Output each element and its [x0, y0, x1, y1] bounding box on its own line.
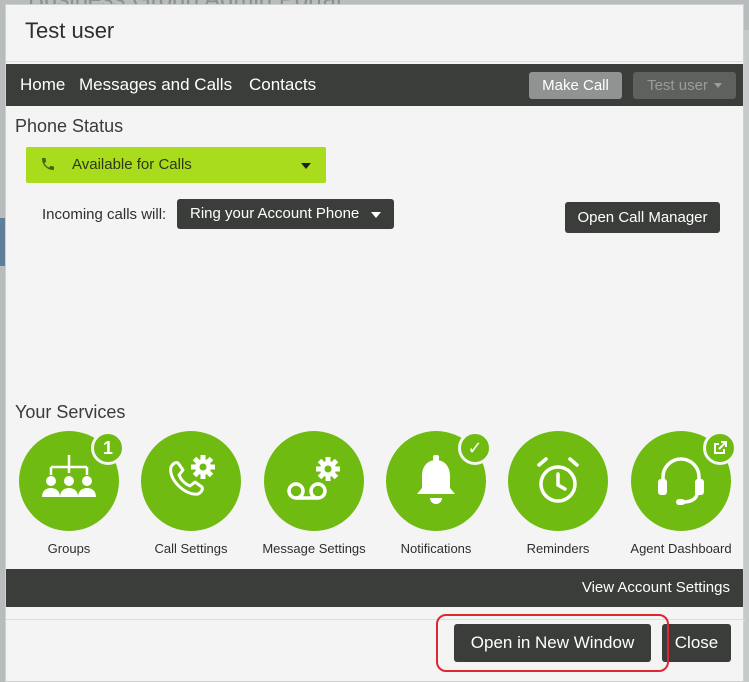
- bell-icon: [417, 455, 455, 504]
- groups-icon: [42, 455, 96, 497]
- make-call-button[interactable]: Make Call: [529, 72, 622, 99]
- incoming-calls-label: Incoming calls will:: [42, 206, 167, 223]
- user-menu-label: Test user: [647, 77, 708, 94]
- open-call-manager-label: Open Call Manager: [577, 209, 708, 226]
- check-icon: ✓: [458, 431, 492, 465]
- chevron-down-icon: [301, 163, 311, 169]
- service-label: Reminders: [526, 541, 590, 556]
- service-circle: [141, 431, 241, 531]
- phone-status-dropdown[interactable]: Available for Calls: [26, 147, 326, 183]
- open-in-new-window-label: Open in New Window: [470, 633, 635, 652]
- service-notifications[interactable]: ✓ Notifications: [380, 431, 492, 561]
- alarm-clock-icon: [537, 457, 579, 503]
- open-in-new-window-button[interactable]: Open in New Window: [454, 624, 651, 662]
- close-button[interactable]: Close: [662, 624, 731, 662]
- groups-count-badge: 1: [91, 431, 125, 465]
- service-agent-dashboard[interactable]: Agent Dashboard: [625, 431, 737, 561]
- account-footer-bar: View Account Settings: [6, 569, 743, 607]
- service-call-settings[interactable]: Call Settings: [135, 431, 247, 561]
- service-label: Notifications: [400, 541, 472, 556]
- incoming-calls-dropdown[interactable]: Ring your Account Phone: [177, 199, 394, 229]
- phone-icon: [40, 156, 56, 177]
- view-account-settings-link[interactable]: View Account Settings: [582, 579, 730, 596]
- chevron-down-icon: [371, 212, 381, 218]
- nav-messages-and-calls[interactable]: Messages and Calls: [79, 75, 232, 95]
- bottom-divider: [6, 619, 745, 620]
- service-circle: [508, 431, 608, 531]
- call-settings-icon: [169, 455, 215, 496]
- top-navbar: Home Messages and Calls Contacts Make Ca…: [6, 64, 743, 106]
- incoming-calls-value: Ring your Account Phone: [190, 205, 360, 222]
- close-label: Close: [674, 633, 719, 652]
- chevron-down-icon: [713, 83, 722, 88]
- nav-contacts[interactable]: Contacts: [249, 75, 316, 95]
- service-reminders[interactable]: Reminders: [502, 431, 614, 561]
- your-services-heading: Your Services: [15, 402, 126, 422]
- make-call-label: Make Call: [542, 77, 609, 94]
- voicemail-settings-icon: [287, 457, 340, 500]
- user-dialog: Test user Home Messages and Calls Contac…: [5, 4, 745, 682]
- phone-status-value: Available for Calls: [72, 156, 192, 173]
- service-circle: [264, 431, 364, 531]
- user-menu-button[interactable]: Test user: [633, 72, 736, 99]
- service-label: Agent Dashboard: [630, 541, 732, 556]
- open-call-manager-button[interactable]: Open Call Manager: [565, 202, 720, 233]
- title-divider: [6, 61, 745, 62]
- dialog-title: Test user: [25, 18, 115, 43]
- service-label: Message Settings: [262, 541, 366, 556]
- headset-icon: [658, 457, 704, 505]
- service-label: Call Settings: [154, 541, 228, 556]
- nav-home[interactable]: Home: [20, 75, 65, 95]
- service-label: Groups: [47, 541, 91, 556]
- external-link-icon: [703, 431, 737, 465]
- service-groups[interactable]: 1 Groups: [13, 431, 125, 561]
- service-message-settings[interactable]: Message Settings: [258, 431, 370, 561]
- phone-status-heading: Phone Status: [15, 116, 124, 136]
